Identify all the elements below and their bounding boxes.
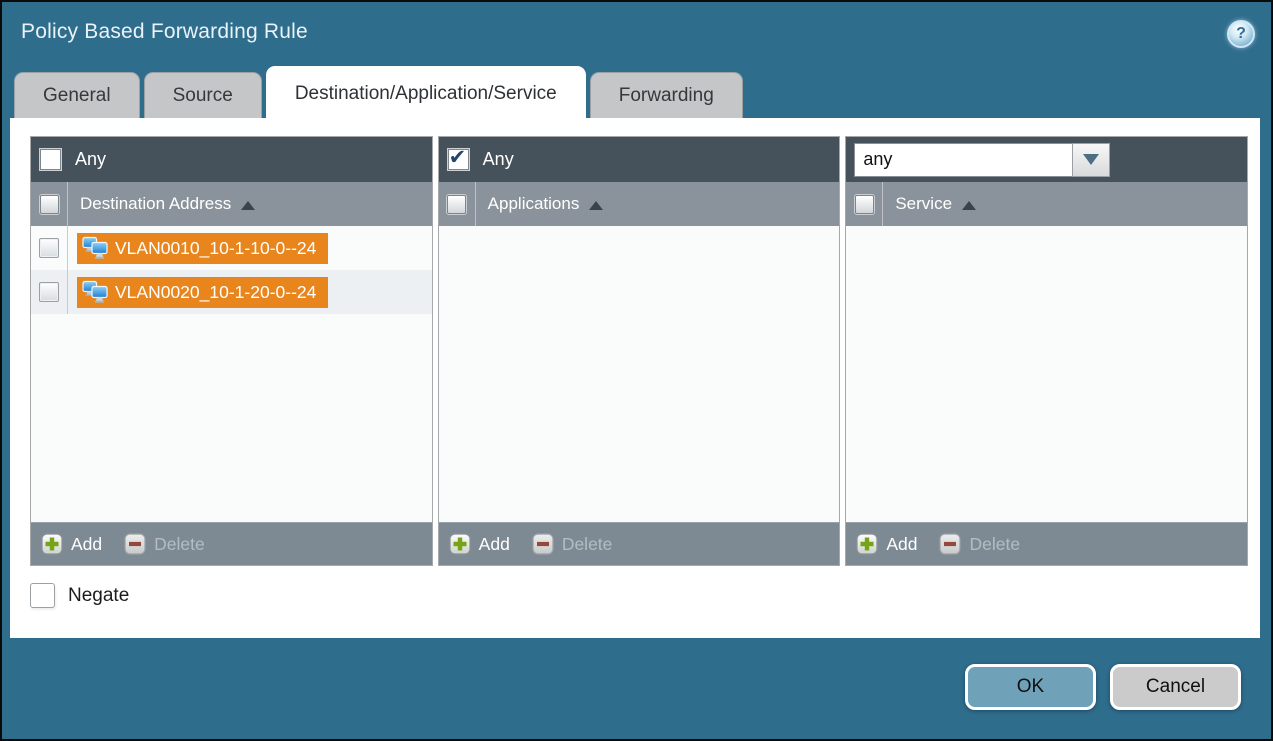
delete-label: Delete <box>154 534 205 555</box>
delete-label: Delete <box>969 534 1020 555</box>
service-type-dropdown <box>854 143 1110 177</box>
panels-container: Any Destination Address <box>30 136 1248 566</box>
destination-address-item[interactable]: VLAN0010_10-1-10-0--24 <box>77 233 328 264</box>
negate-label: Negate <box>68 585 129 607</box>
add-plus-icon <box>856 533 878 555</box>
destination-select-all-checkbox[interactable] <box>40 195 59 214</box>
service-panel: Service Add <box>845 136 1248 566</box>
add-plus-icon <box>449 533 471 555</box>
add-label: Add <box>886 534 917 555</box>
service-select-all-checkbox[interactable] <box>855 195 874 214</box>
destination-panel: Any Destination Address <box>30 136 433 566</box>
destination-any-label: Any <box>75 149 106 170</box>
dialog-titlebar: Policy Based Forwarding Rule ? <box>2 2 1271 66</box>
applications-any-bar: ✔ Any <box>439 137 840 182</box>
applications-select-all-checkbox[interactable] <box>447 195 466 214</box>
service-add-button[interactable]: Add <box>856 533 917 555</box>
delete-minus-icon <box>939 533 961 555</box>
destination-toolbar: Add Delete <box>31 522 432 565</box>
destination-any-checkbox[interactable] <box>39 148 62 171</box>
sort-ascending-icon <box>962 201 976 210</box>
delete-minus-icon <box>124 533 146 555</box>
applications-any-label: Any <box>483 149 514 170</box>
destination-row-checkbox[interactable] <box>39 282 59 302</box>
negate-option: Negate <box>30 583 1248 608</box>
applications-column-header: Applications <box>439 182 840 226</box>
dialog-title: Policy Based Forwarding Rule <box>21 20 308 44</box>
service-toolbar: Add Delete <box>846 522 1247 565</box>
add-label: Add <box>479 534 510 555</box>
applications-toolbar: Add Delete <box>439 522 840 565</box>
address-object-icon <box>82 280 108 304</box>
address-object-icon <box>82 236 108 260</box>
destination-address-label: VLAN0020_10-1-20-0--24 <box>115 282 316 303</box>
tab-strip: General Source Destination/Application/S… <box>2 66 1271 118</box>
applications-any-checkbox[interactable]: ✔ <box>447 148 470 171</box>
destination-delete-button[interactable]: Delete <box>124 533 205 555</box>
service-column-header: Service <box>846 182 1247 226</box>
delete-minus-icon <box>532 533 554 555</box>
negate-checkbox[interactable] <box>30 583 55 608</box>
service-type-bar <box>846 137 1247 182</box>
delete-label: Delete <box>562 534 613 555</box>
tab-content: Any Destination Address <box>10 118 1260 638</box>
sort-ascending-icon <box>589 201 603 210</box>
add-plus-icon <box>41 533 63 555</box>
applications-delete-button[interactable]: Delete <box>532 533 613 555</box>
cancel-button[interactable]: Cancel <box>1110 664 1241 710</box>
tab-destination-application-service[interactable]: Destination/Application/Service <box>266 66 586 118</box>
service-type-dropdown-button[interactable] <box>1072 143 1110 177</box>
tab-forwarding[interactable]: Forwarding <box>590 72 743 118</box>
add-label: Add <box>71 534 102 555</box>
chevron-down-icon <box>1083 154 1099 165</box>
destination-any-bar: Any <box>31 137 432 182</box>
service-column-label[interactable]: Service <box>895 194 952 214</box>
destination-add-button[interactable]: Add <box>41 533 102 555</box>
dialog-footer: OK Cancel <box>2 638 1271 739</box>
applications-panel: ✔ Any Applications Add <box>438 136 841 566</box>
tab-general[interactable]: General <box>14 72 140 118</box>
destination-row: VLAN0010_10-1-10-0--24 <box>31 226 432 270</box>
sort-ascending-icon <box>241 201 255 210</box>
service-delete-button[interactable]: Delete <box>939 533 1020 555</box>
destination-column-header: Destination Address <box>31 182 432 226</box>
destination-address-item[interactable]: VLAN0020_10-1-20-0--24 <box>77 277 328 308</box>
service-list <box>846 226 1247 522</box>
destination-address-label: VLAN0010_10-1-10-0--24 <box>115 238 316 259</box>
service-type-input[interactable] <box>854 143 1072 177</box>
applications-add-button[interactable]: Add <box>449 533 510 555</box>
pbf-rule-dialog: Policy Based Forwarding Rule ? General S… <box>0 0 1273 741</box>
tab-source[interactable]: Source <box>144 72 262 118</box>
destination-row-checkbox[interactable] <box>39 238 59 258</box>
checkmark-icon: ✔ <box>449 145 467 170</box>
destination-column-label[interactable]: Destination Address <box>80 194 231 214</box>
help-icon[interactable]: ? <box>1227 20 1255 48</box>
destination-list: VLAN0010_10-1-10-0--24 <box>31 226 432 522</box>
applications-list <box>439 226 840 522</box>
destination-row: VLAN0020_10-1-20-0--24 <box>31 270 432 314</box>
applications-column-label[interactable]: Applications <box>488 194 580 214</box>
ok-button[interactable]: OK <box>965 664 1096 710</box>
